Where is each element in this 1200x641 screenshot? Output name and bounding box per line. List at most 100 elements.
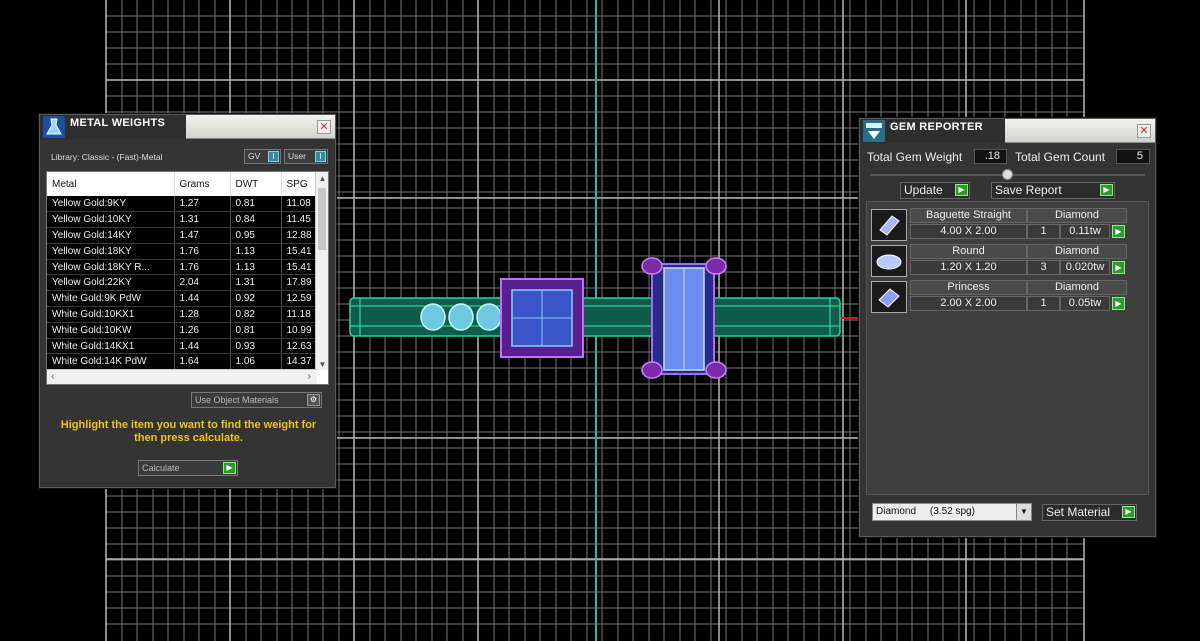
grams-value: 1.44: [174, 338, 231, 355]
play-arrow-icon: ▶: [955, 184, 968, 196]
grams-value: 1.76: [174, 243, 231, 260]
table-row[interactable]: Yellow Gold:10KY 1.31 0.84 11.45: [47, 211, 322, 229]
gem-shape: Round: [910, 244, 1027, 259]
grams-value: 1.47: [174, 227, 231, 244]
gem-row-baguette[interactable]: Baguette Straight Diamond 4.00 X 2.00 1 …: [869, 208, 1149, 242]
metal-name: White Gold:9K PdW: [47, 290, 175, 308]
metal-name: White Gold:14KX1: [47, 338, 175, 355]
gem-weight: 0.020tw: [1060, 260, 1110, 275]
grams-value: 1.26: [174, 322, 231, 339]
gv-toggle[interactable]: GV I: [244, 149, 281, 164]
play-arrow-icon[interactable]: ▶: [1112, 297, 1125, 310]
dwt-value: 0.84: [230, 211, 282, 229]
metal-weights-titlebar[interactable]: METAL WEIGHTS ✕: [40, 115, 335, 139]
gem-count: 3: [1027, 260, 1060, 275]
calculate-label: Calculate: [142, 463, 180, 473]
column-header-metal[interactable]: Metal: [47, 172, 175, 196]
metal-weights-title-area: METAL WEIGHTS: [40, 115, 186, 139]
metal-name: Yellow Gold:9KY: [47, 196, 175, 213]
dwt-value: 0.82: [230, 306, 282, 323]
calculate-hint: Highlight the item you want to find the …: [60, 419, 317, 444]
metal-table-hscroll[interactable]: ‹ ›: [47, 369, 317, 384]
table-row[interactable]: Yellow Gold:9KY 1.27 0.81 11.08: [47, 196, 322, 213]
baguette-gem-icon: [871, 209, 907, 241]
total-gem-weight-label: Total Gem Weight: [867, 150, 963, 164]
gem-list[interactable]: Baguette Straight Diamond 4.00 X 2.00 1 …: [866, 201, 1149, 495]
metal-name: White Gold:10KX1: [47, 306, 175, 323]
update-label: Update: [904, 183, 943, 197]
user-toggle[interactable]: User I: [284, 149, 328, 164]
gem-weight: 0.11tw: [1060, 224, 1110, 239]
play-arrow-icon[interactable]: ▶: [1112, 261, 1125, 274]
gem-reporter-close-button[interactable]: ✕: [1137, 124, 1151, 138]
gem-material: Diamond: [1027, 280, 1127, 295]
gem-shape: Princess: [910, 280, 1027, 295]
user-toggle-label: User: [288, 151, 306, 161]
metal-name: Yellow Gold:18KY R...: [47, 259, 175, 276]
grams-value: 1.64: [174, 353, 231, 371]
gem-slider-knob[interactable]: [1002, 169, 1013, 180]
gem-material: Diamond: [1027, 244, 1127, 259]
metal-name: Yellow Gold:10KY: [47, 211, 175, 229]
play-arrow-icon: ▶: [1122, 506, 1135, 518]
save-report-button[interactable]: Save Report ▶: [991, 182, 1115, 199]
table-row[interactable]: White Gold:9K PdW 1.44 0.92 12.59: [47, 290, 322, 308]
scroll-right-icon[interactable]: ›: [308, 371, 311, 382]
use-object-materials-button[interactable]: Use Object Materials ⚙: [191, 392, 322, 408]
calculate-button[interactable]: Calculate ▶: [138, 460, 238, 476]
column-header-dwt[interactable]: DWT: [230, 172, 282, 196]
gem-count: 1: [1027, 296, 1060, 311]
metal-table-vscroll[interactable]: ▲ ▼: [315, 172, 328, 370]
metal-table-vscroll-thumb[interactable]: [318, 188, 326, 250]
total-gem-count-value: 5: [1116, 149, 1150, 164]
set-material-button[interactable]: Set Material ▶: [1042, 504, 1137, 521]
dwt-value: 1.06: [230, 353, 282, 371]
gem-size: 1.20 X 1.20: [910, 260, 1027, 275]
gem-reporter-title-area: GEM REPORTER: [860, 119, 1005, 143]
gem-row-princess[interactable]: Princess Diamond 2.00 X 2.00 1 0.05tw ▶: [869, 280, 1149, 314]
metal-weights-close-button[interactable]: ✕: [317, 120, 331, 134]
metal-name: Yellow Gold:14KY: [47, 227, 175, 244]
table-row[interactable]: White Gold:14KX1 1.44 0.93 12.63: [47, 338, 322, 355]
scroll-down-icon[interactable]: ▼: [316, 360, 328, 369]
grams-value: 1.27: [174, 196, 231, 213]
dwt-value: 1.13: [230, 259, 282, 276]
table-row[interactable]: White Gold:14K PdW 1.64 1.06 14.37: [47, 353, 322, 371]
table-row[interactable]: Yellow Gold:14KY 1.47 0.95 12.88: [47, 227, 322, 244]
user-toggle-switch-icon: I: [315, 151, 326, 162]
play-arrow-icon: ▶: [223, 462, 236, 474]
table-row[interactable]: White Gold:10KX1 1.28 0.82 11.18: [47, 306, 322, 323]
play-arrow-icon[interactable]: ▶: [1112, 225, 1125, 238]
chevron-down-icon: ▼: [1016, 504, 1031, 520]
round-gem-icon: [871, 245, 907, 277]
gem-material: Diamond: [1027, 208, 1127, 223]
dwt-value: 1.13: [230, 243, 282, 260]
play-arrow-icon: ▶: [1100, 184, 1113, 196]
metal-table[interactable]: Metal Grams DWT SPG Yellow Gold:9KY 1.27 0…: [46, 171, 329, 385]
gem-row-round[interactable]: Round Diamond 1.20 X 1.20 3 0.020tw ▶: [869, 244, 1149, 278]
set-material-label: Set Material: [1046, 505, 1111, 519]
table-row[interactable]: White Gold:10KW 1.26 0.81 10.99: [47, 322, 322, 339]
metal-weights-title: METAL WEIGHTS: [70, 117, 166, 129]
library-label: Library: Classic - (Fast)-Metal: [51, 152, 163, 162]
grams-value: 1.76: [174, 259, 231, 276]
gear-icon: ⚙: [307, 394, 320, 406]
metal-name: Yellow Gold:22KY: [47, 274, 175, 292]
column-header-grams[interactable]: Grams: [174, 172, 231, 196]
gem-reporter-titlebar[interactable]: GEM REPORTER ✕: [860, 119, 1155, 143]
table-row[interactable]: Yellow Gold:18KY R... 1.76 1.13 15.41: [47, 259, 322, 276]
dwt-value: 1.31: [230, 274, 282, 292]
scroll-up-icon[interactable]: ▲: [316, 174, 328, 183]
gv-toggle-switch-icon: I: [268, 151, 279, 162]
metal-table-header: Metal Grams DWT SPG: [47, 172, 322, 196]
dwt-value: 0.92: [230, 290, 282, 308]
grams-value: 1.31: [174, 211, 231, 229]
gem-reporter-title: GEM REPORTER: [890, 121, 983, 133]
material-select[interactable]: Diamond (3.52 spg) ▼: [872, 503, 1032, 521]
save-report-label: Save Report: [995, 183, 1062, 197]
table-row[interactable]: Yellow Gold:22KY 2.04 1.31 17.89: [47, 274, 322, 292]
metal-weights-panel: METAL WEIGHTS ✕ Library: Classic - (Fast…: [39, 114, 336, 488]
update-button[interactable]: Update ▶: [900, 182, 970, 199]
table-row[interactable]: Yellow Gold:18KY 1.76 1.13 15.41: [47, 243, 322, 260]
scroll-left-icon[interactable]: ‹: [51, 371, 54, 382]
